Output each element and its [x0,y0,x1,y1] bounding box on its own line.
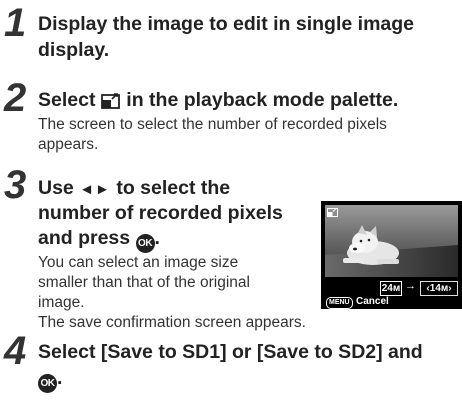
step-2-heading-post: in the playback mode palette. [126,89,399,111]
step-3-use: Use [38,177,74,199]
step-1-heading-line-2: display. [38,39,110,61]
step-3-number: 3 [4,163,27,207]
resize-icon [100,91,121,116]
step-4-heading-line-1: Select [Save to SD1] or [Save to SD2] an… [38,341,423,363]
step-2-number: 2 [4,76,27,120]
left-right-arrows-icon: ◄► [79,181,111,198]
current-size-box: 24м [380,281,402,296]
new-size-box: ‹14м› [420,281,458,296]
step-2-heading-pre: Select [38,89,96,111]
step-2-heading: Select in the playback mode palette. [38,88,398,116]
step-3-heading-line-2: number of recorded pixels [38,202,283,224]
step-4-heading-line-2: OK. [38,366,62,393]
step-3-body-line-4: The save confirmation screen appears. [38,314,306,331]
dog-photo [325,205,458,277]
step-3-body-line-3: image. [38,294,85,311]
step-3-heading-line-3: and press OK. [38,226,160,253]
step-3-body-line-1: You can select an image size [38,254,239,271]
resize-mode-icon [327,208,338,217]
step-2-body-line-1: The screen to select the number of recor… [38,116,387,133]
step-3-and-press: and press [38,227,131,249]
step-4-number: 4 [4,329,27,373]
step-3-period: . [154,227,160,249]
cancel-label: Cancel [356,296,389,307]
step-3-to-select: to select the [116,177,231,199]
step-1-heading-line-1: Display the image to edit in single imag… [38,13,415,35]
step-3-body-line-2: smaller than that of the original [38,274,250,291]
step-1-number: 1 [4,1,27,45]
step-2-body-line-2: appears. [38,136,99,153]
step-4-period: . [57,367,63,389]
arrow-icon: → [405,280,416,292]
camera-screen-illustration: 24м → ‹14м› MENU Cancel [321,201,462,309]
ok-button-icon-2: OK [38,374,57,393]
menu-button-icon: MENU [326,297,353,309]
step-3-heading-line-1: Use ◄► to select the [38,176,230,202]
ok-button-icon: OK [135,234,155,253]
